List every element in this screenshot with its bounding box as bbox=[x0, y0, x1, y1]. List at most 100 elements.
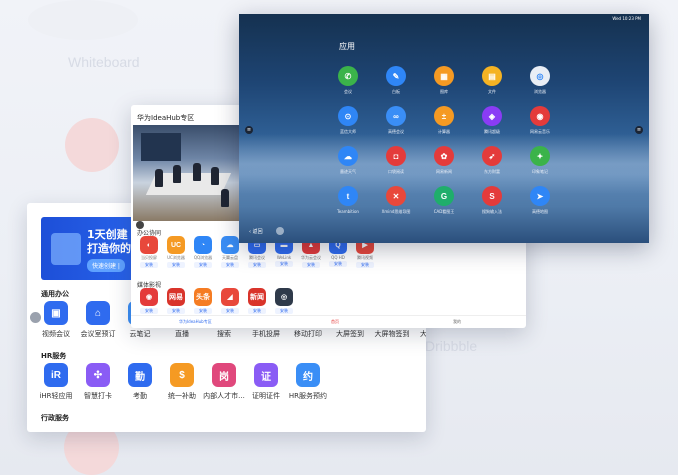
app-label: 天翼云盘 bbox=[222, 255, 238, 260]
talent-icon: 岗 bbox=[212, 363, 236, 387]
install-button[interactable]: 安装 bbox=[275, 308, 293, 314]
bluexin-icon: ⊙ bbox=[338, 106, 358, 126]
app-tile[interactable]: ◢ 安装 bbox=[216, 288, 244, 314]
app-label: 高德地图 bbox=[532, 209, 548, 214]
install-button[interactable]: 安装 bbox=[140, 262, 158, 268]
app-tile[interactable]: ◉ 安装 bbox=[135, 288, 163, 314]
install-button[interactable]: 安装 bbox=[302, 262, 320, 268]
drag-handle[interactable] bbox=[30, 312, 41, 323]
app-label: WeLink bbox=[276, 255, 292, 260]
attendance-icon: 勤 bbox=[128, 363, 152, 387]
app-tile[interactable]: ➶ 东方财富 bbox=[472, 146, 512, 175]
app-tile[interactable]: ▦ 图库 bbox=[424, 66, 464, 95]
app-tile[interactable]: ◘ 口袋阅读 bbox=[376, 146, 416, 175]
app-tile[interactable]: S 搜狗输入法 bbox=[472, 186, 512, 215]
app-tile[interactable]: ± 计算器 bbox=[424, 106, 464, 135]
app-tile[interactable]: 岗内部人才市... bbox=[200, 363, 248, 401]
app-tile[interactable]: 新闻 安装 bbox=[243, 288, 271, 314]
app-tile[interactable]: ◈ 腾讯超级 bbox=[472, 106, 512, 135]
app-tile[interactable]: ✦ 印象笔记 bbox=[520, 146, 560, 175]
install-button[interactable]: 安装 bbox=[167, 308, 185, 314]
section-general: 通用办公 bbox=[41, 290, 69, 298]
app-tile[interactable]: ✣ 智慧打卡 bbox=[74, 363, 122, 401]
certificate-icon: 证 bbox=[254, 363, 278, 387]
banner-button[interactable]: 快速创建 | bbox=[87, 259, 125, 272]
app-label: 大屏签到 bbox=[336, 330, 364, 338]
uc-browser-icon: UC bbox=[167, 236, 185, 254]
install-button[interactable]: 安装 bbox=[248, 262, 266, 268]
evernote-icon: ✦ bbox=[530, 146, 550, 166]
app-tile[interactable]: 证证明证件 bbox=[242, 363, 290, 401]
app-tile[interactable]: ✕ Xmind思维导图 bbox=[376, 186, 416, 215]
install-button[interactable]: 安装 bbox=[248, 308, 266, 314]
app-tile[interactable]: ⊙ 蓝信大师 bbox=[328, 106, 368, 135]
app-tile[interactable]: ✎ 白板 bbox=[376, 66, 416, 95]
tab-mine[interactable]: 我的 bbox=[453, 319, 461, 325]
install-button[interactable]: 安装 bbox=[140, 308, 158, 314]
app-tile[interactable]: ✆ 会议 bbox=[328, 66, 368, 95]
app-label: iHR轻应用 bbox=[39, 392, 73, 400]
app-tile[interactable]: t Teambition bbox=[328, 186, 368, 214]
install-button[interactable]: 安装 bbox=[221, 262, 239, 268]
app-tile[interactable]: ◎ 浏览器 bbox=[520, 66, 560, 95]
app-tile[interactable]: ◉ 网易云音乐 bbox=[520, 106, 560, 135]
install-button[interactable]: 安装 bbox=[221, 308, 239, 314]
app-label: Teambition bbox=[337, 209, 359, 214]
tab-zone[interactable]: 华为IdeaHub专区 bbox=[179, 319, 212, 325]
cloud-music-icon: ◉ bbox=[530, 106, 550, 126]
app-tile[interactable]: ∞ 高德会议 bbox=[376, 106, 416, 135]
app-tile[interactable]: $ 统一补助 bbox=[158, 363, 206, 401]
app-label: 腾讯会议 bbox=[249, 255, 265, 260]
app-tile[interactable]: ☁ 墨迹天气 bbox=[328, 146, 368, 175]
app-tile[interactable]: ➤ 高德地图 bbox=[520, 186, 560, 215]
app-tile[interactable]: ▤ 文件 bbox=[472, 66, 512, 95]
app-tile[interactable]: ✿ 网易新闻 bbox=[424, 146, 464, 175]
app-tile[interactable]: ⌂ 会议室预订 bbox=[74, 301, 122, 339]
app-tile[interactable]: UC UC浏览器安装 bbox=[162, 236, 190, 268]
page-right-icon[interactable]: ≡ bbox=[635, 126, 643, 134]
app-label: 腾讯超级 bbox=[484, 129, 500, 134]
netease-news-icon: 网易 bbox=[167, 288, 185, 306]
app-label: 手机投屏 bbox=[252, 330, 280, 338]
app-tile[interactable]: ◎ 安装 bbox=[270, 288, 298, 314]
news-app-icon: 新闻 bbox=[248, 288, 266, 306]
app-tile[interactable]: 头条 安装 bbox=[189, 288, 217, 314]
app-label: 大屏物签到 bbox=[374, 330, 410, 338]
netease-music-icon: ◉ bbox=[140, 288, 158, 306]
app-tile[interactable]: 勤考勤 bbox=[116, 363, 164, 401]
app-tile[interactable]: ◐ 当贝投屏 安装 bbox=[135, 236, 163, 268]
install-button[interactable]: 安装 bbox=[329, 261, 347, 267]
app-label: 墨迹天气 bbox=[340, 169, 356, 174]
app-label: 移动打印 bbox=[294, 330, 322, 338]
page-left-icon[interactable]: ≡ bbox=[245, 126, 253, 134]
app-tile[interactable]: ◔ QQ浏览器 安装 bbox=[189, 236, 217, 268]
tab-home[interactable]: 首页 bbox=[331, 319, 339, 325]
install-button[interactable]: 安装 bbox=[167, 262, 185, 268]
cad-icon: G bbox=[434, 186, 454, 206]
install-button[interactable]: 安装 bbox=[194, 308, 212, 314]
banner-illustration bbox=[51, 233, 81, 265]
phone-icon: ✆ bbox=[338, 66, 358, 86]
back-button[interactable]: ‹ 返回 bbox=[249, 228, 263, 235]
app-label: 内部人才市... bbox=[203, 392, 245, 400]
app-label: UC浏览器 bbox=[167, 255, 185, 260]
meeting-screen bbox=[141, 133, 181, 161]
weather-icon: ☁ bbox=[338, 146, 358, 166]
app-tile[interactable]: iR iHR轻应用 bbox=[32, 363, 80, 401]
app-tile[interactable]: 约 HR服务预约 bbox=[284, 363, 332, 401]
install-button[interactable]: 安装 bbox=[275, 261, 293, 267]
meeting-photo bbox=[133, 125, 239, 221]
install-button[interactable]: 安装 bbox=[356, 262, 374, 268]
person bbox=[193, 163, 201, 181]
gallery-icon: ▦ bbox=[434, 66, 454, 86]
app-label: 智慧打卡 bbox=[84, 392, 112, 400]
onenote-ghost-icon bbox=[65, 118, 119, 172]
launcher-window: Wed 10:23 PM 应用 ✆ 会议 ✎ 白板 ▦ 图库 ▤ 文件 ◎ 浏览器 ⊙ 蓝信大师 ∞ 高德… bbox=[239, 14, 649, 243]
app-tile[interactable]: 网易 安装 bbox=[162, 288, 190, 314]
browser-icon: ◎ bbox=[530, 66, 550, 86]
app-tile[interactable]: G CAD看图王 bbox=[424, 186, 464, 215]
media-icon: ◎ bbox=[275, 288, 293, 306]
install-button[interactable]: 安装 bbox=[194, 262, 212, 268]
home-icon[interactable] bbox=[276, 227, 284, 235]
background-ghost-text: Whiteboard bbox=[68, 54, 140, 70]
